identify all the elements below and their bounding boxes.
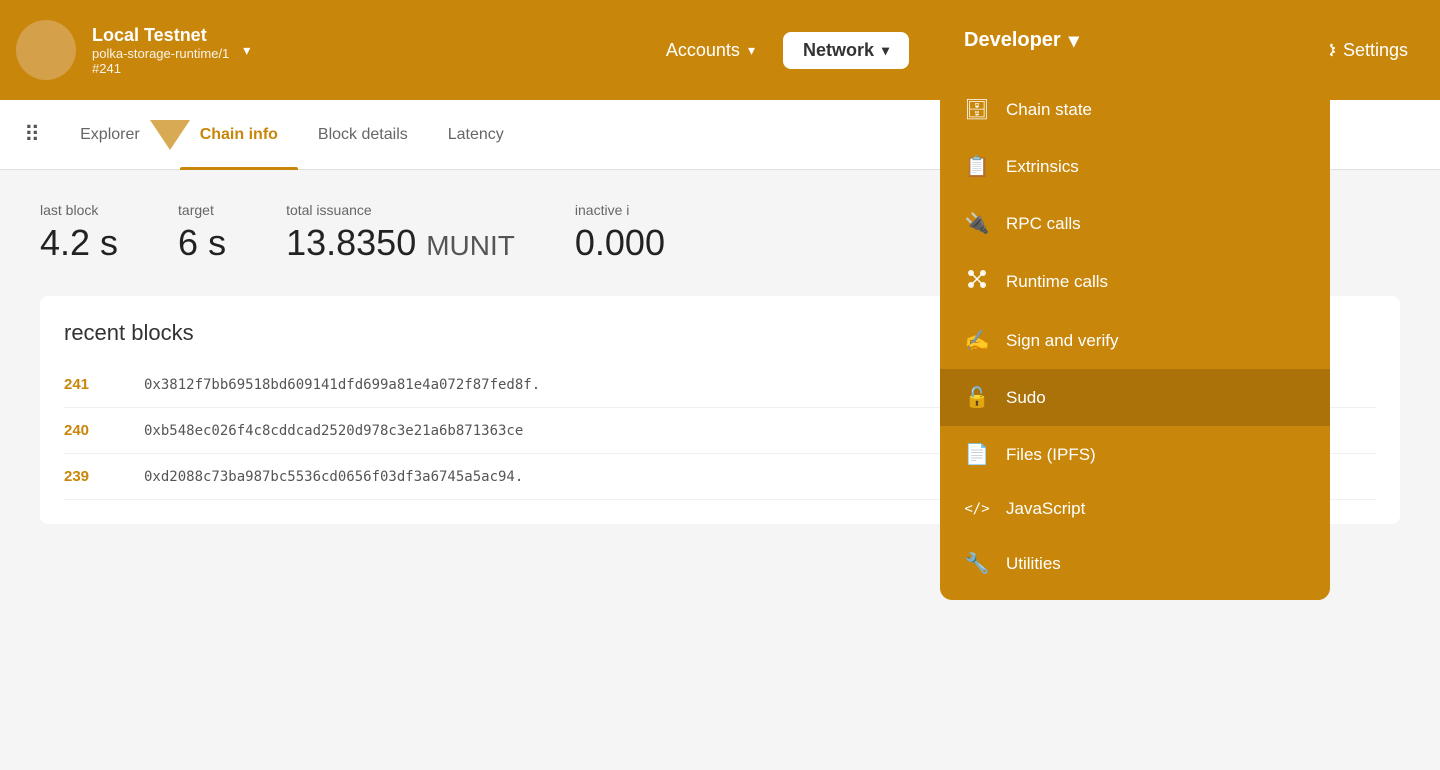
block-details-tab[interactable]: Block details — [298, 100, 428, 170]
latency-label: Latency — [448, 126, 504, 144]
extrinsics-label: Extrinsics — [1006, 157, 1079, 177]
inactive-value: 0.000 — [575, 222, 665, 264]
sign-verify-icon: ✍ — [964, 328, 990, 353]
block-number-239[interactable]: 239 — [64, 468, 144, 485]
grid-icon[interactable]: ⠿ — [24, 122, 40, 148]
javascript-item[interactable]: </> JavaScript — [940, 483, 1330, 535]
total-issuance-label: total issuance — [286, 202, 515, 218]
network-label: Network — [803, 40, 874, 61]
block-hash-240: 0xb548ec026f4c8cddcad2520d978c3e21a6b871… — [144, 423, 523, 439]
chain-state-icon: 🗄 — [964, 97, 990, 122]
runtime-calls-icon — [964, 268, 990, 296]
developer-arrow-icon: ▾ — [1069, 28, 1079, 53]
network-menu[interactable]: Network ▾ — [783, 32, 909, 69]
rpc-calls-item[interactable]: 🔌 RPC calls — [940, 195, 1330, 252]
latency-tab[interactable]: Latency — [428, 100, 524, 170]
chain-state-item[interactable]: 🗄 Chain state — [940, 81, 1330, 138]
total-issuance-number: 13.8350 — [286, 222, 416, 263]
target-value: 6 s — [178, 222, 226, 264]
block-number-241[interactable]: 241 — [64, 376, 144, 393]
block-details-label: Block details — [318, 126, 408, 144]
total-issuance-value: 13.8350 MUNIT — [286, 222, 515, 264]
sign-verify-item[interactable]: ✍ Sign and verify — [940, 312, 1330, 369]
explorer-tab[interactable]: Explorer — [60, 100, 160, 170]
sudo-item[interactable]: 🔓 Sudo — [940, 369, 1330, 426]
app-logo — [16, 20, 76, 80]
brand-dropdown-arrow[interactable]: ▾ — [243, 42, 250, 59]
settings-label: Settings — [1343, 40, 1408, 61]
block-number-240[interactable]: 240 — [64, 422, 144, 439]
extrinsics-item[interactable]: 📋 Extrinsics — [940, 138, 1330, 195]
total-issuance-stat: total issuance 13.8350 MUNIT — [286, 202, 515, 264]
chain-state-label: Chain state — [1006, 100, 1092, 120]
accounts-label: Accounts — [666, 40, 740, 61]
accounts-arrow-icon: ▾ — [748, 42, 755, 59]
last-block-value: 4.2 s — [40, 222, 118, 264]
sudo-icon: 🔓 — [964, 385, 990, 410]
network-arrow-icon: ▾ — [882, 42, 889, 59]
javascript-icon: </> — [964, 501, 990, 517]
block-hash-239: 0xd2088c73ba987bc5536cd0656f03df3a6745a5… — [144, 469, 523, 485]
utilities-item[interactable]: 🔧 Utilities — [940, 535, 1330, 592]
files-ipfs-label: Files (IPFS) — [1006, 445, 1096, 465]
inactive-label: inactive i — [575, 202, 665, 218]
last-block-stat: last block 4.2 s — [40, 202, 118, 264]
utilities-label: Utilities — [1006, 554, 1061, 574]
sign-verify-label: Sign and verify — [1006, 331, 1118, 351]
chain-info-label: Chain info — [200, 126, 278, 144]
files-ipfs-icon: 📄 — [964, 442, 990, 467]
rpc-calls-icon: 🔌 — [964, 211, 990, 236]
chain-info-tab[interactable]: Chain info — [180, 100, 298, 170]
target-label: target — [178, 202, 226, 218]
utilities-icon: 🔧 — [964, 551, 990, 576]
runtime-calls-label: Runtime calls — [1006, 272, 1108, 292]
developer-dropdown: Developer ▾ 🗄 Chain state 📋 Extrinsics 🔌… — [940, 0, 1330, 600]
brand-info[interactable]: Local Testnet polka-storage-runtime/1 #2… — [92, 25, 229, 76]
developer-menu-header[interactable]: Developer ▾ — [940, 0, 1330, 81]
developer-label: Developer — [964, 29, 1061, 52]
block-number-nav: #241 — [92, 61, 121, 76]
rpc-calls-label: RPC calls — [1006, 214, 1081, 234]
inactive-stat: inactive i 0.000 — [575, 202, 665, 264]
files-ipfs-item[interactable]: 📄 Files (IPFS) — [940, 426, 1330, 483]
explorer-label: Explorer — [80, 126, 140, 144]
target-stat: target 6 s — [178, 202, 226, 264]
accounts-menu[interactable]: Accounts ▾ — [646, 32, 775, 69]
runtime-calls-item[interactable]: Runtime calls — [940, 252, 1330, 312]
extrinsics-icon: 📋 — [964, 154, 990, 179]
network-name: Local Testnet — [92, 25, 207, 46]
chain-name: polka-storage-runtime/1 — [92, 46, 229, 61]
javascript-label: JavaScript — [1006, 499, 1085, 519]
sudo-label: Sudo — [1006, 388, 1046, 408]
block-hash-241: 0x3812f7bb69518bd609141dfd699a81e4a072f8… — [144, 377, 540, 393]
last-block-label: last block — [40, 202, 118, 218]
total-issuance-unit: MUNIT — [426, 230, 515, 261]
